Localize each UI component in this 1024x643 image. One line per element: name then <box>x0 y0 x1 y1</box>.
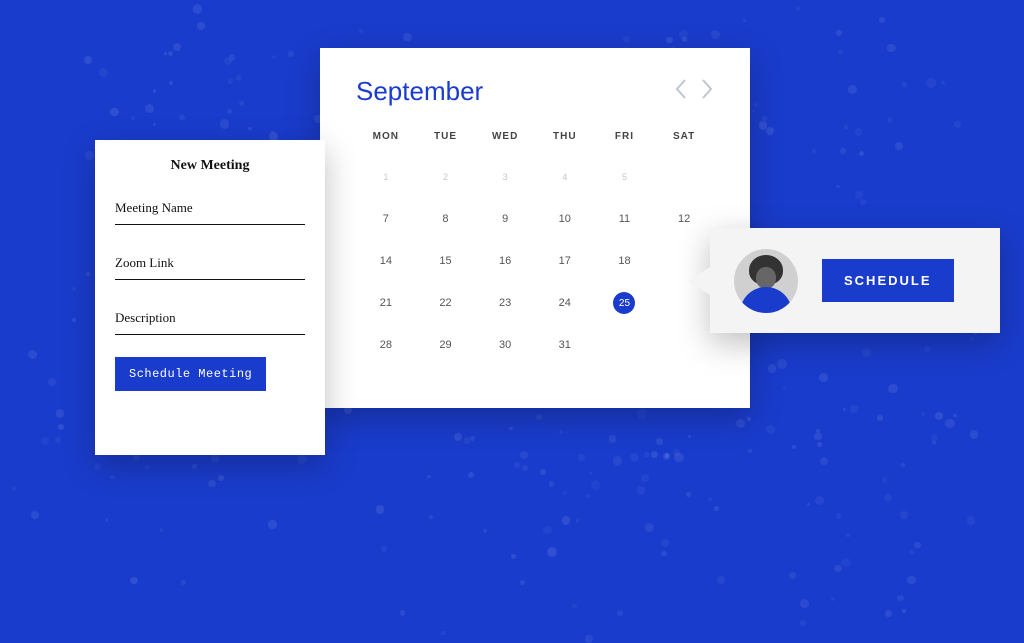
calendar-day[interactable]: 21 <box>356 282 416 324</box>
calendar-day[interactable]: 15 <box>416 240 476 282</box>
calendar-day[interactable]: 25 <box>595 282 655 324</box>
avatar-icon <box>734 249 798 313</box>
calendar-day[interactable]: 29 <box>416 324 476 366</box>
weekday-label: SAT <box>654 131 714 156</box>
calendar-day-selected[interactable]: 25 <box>613 292 635 314</box>
weekday-label: MON <box>356 131 416 156</box>
calendar-month-label: September <box>356 76 483 107</box>
calendar-day[interactable]: 30 <box>475 324 535 366</box>
calendar-day[interactable]: 23 <box>475 282 535 324</box>
schedule-button[interactable]: SCHEDULE <box>822 259 954 302</box>
calendar-day[interactable]: 7 <box>356 198 416 240</box>
calendar-day[interactable]: 14 <box>356 240 416 282</box>
calendar-day[interactable]: 2 <box>416 156 476 198</box>
calendar-grid: MONTUEWEDTHUFRISAT 123457891011121415161… <box>356 131 714 366</box>
calendar-day[interactable]: 5 <box>595 156 655 198</box>
description-input[interactable]: Description <box>115 302 305 335</box>
calendar-day[interactable]: 8 <box>416 198 476 240</box>
calendar-day[interactable]: 28 <box>356 324 416 366</box>
calendar-day[interactable]: 12 <box>654 198 714 240</box>
calendar-day[interactable]: 1 <box>356 156 416 198</box>
meeting-name-input[interactable]: Meeting Name <box>115 192 305 225</box>
weekday-label: WED <box>475 131 535 156</box>
calendar-day[interactable]: 10 <box>535 198 595 240</box>
chevron-left-icon <box>674 78 688 100</box>
calendar-day[interactable]: 24 <box>535 282 595 324</box>
weekday-label: THU <box>535 131 595 156</box>
zoom-link-input[interactable]: Zoom Link <box>115 247 305 280</box>
calendar-day[interactable]: 22 <box>416 282 476 324</box>
next-month-button[interactable] <box>700 78 714 105</box>
calendar-panel: September MONTUEWEDTHUFRISAT 12345789101… <box>320 48 750 408</box>
calendar-day <box>654 324 714 366</box>
calendar-day <box>654 156 714 198</box>
schedule-meeting-button[interactable]: Schedule Meeting <box>115 357 266 391</box>
calendar-day[interactable]: 3 <box>475 156 535 198</box>
new-meeting-form: New Meeting Meeting Name Zoom Link Descr… <box>95 140 325 455</box>
calendar-day[interactable]: 16 <box>475 240 535 282</box>
calendar-day[interactable]: 18 <box>595 240 655 282</box>
schedule-popover: SCHEDULE <box>710 228 1000 333</box>
prev-month-button[interactable] <box>674 78 688 105</box>
weekday-label: FRI <box>595 131 655 156</box>
calendar-day <box>595 324 655 366</box>
weekday-label: TUE <box>416 131 476 156</box>
calendar-day[interactable]: 9 <box>475 198 535 240</box>
form-title: New Meeting <box>115 158 305 174</box>
calendar-day[interactable]: 4 <box>535 156 595 198</box>
calendar-day[interactable]: 17 <box>535 240 595 282</box>
calendar-day[interactable]: 31 <box>535 324 595 366</box>
chevron-right-icon <box>700 78 714 100</box>
calendar-day[interactable]: 11 <box>595 198 655 240</box>
